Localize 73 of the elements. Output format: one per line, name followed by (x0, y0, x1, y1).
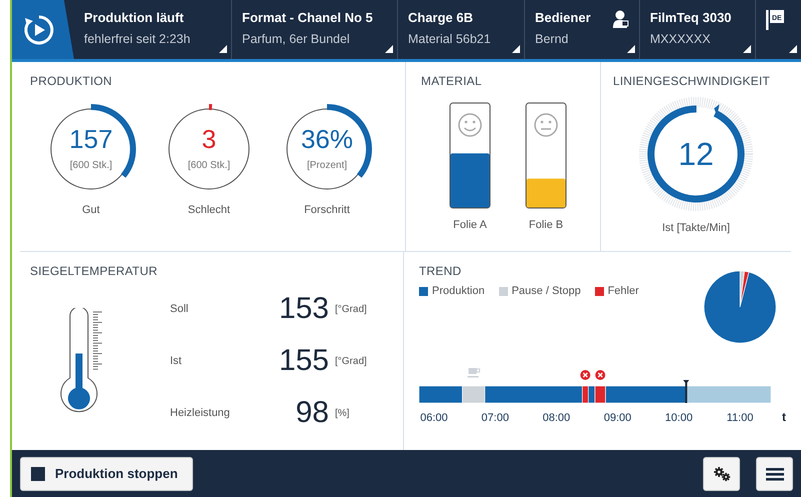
axis-tick-label: 06:00 (420, 412, 448, 424)
header-title: Charge 6B (408, 9, 474, 27)
menu-icon (766, 466, 784, 480)
section-title: MATERIAL (421, 73, 483, 90)
axis-tick-label: 11:00 (726, 412, 754, 424)
corner-icon (512, 45, 520, 53)
smiley-icon (458, 113, 482, 137)
temperature-label: Soll (170, 302, 190, 317)
header-item[interactable]: Bediener Bernd (525, 0, 640, 59)
header-subtitle: Material 56b21 (408, 30, 491, 48)
header-title: Produktion läuft (84, 9, 185, 27)
axis-tick-label: 08:00 (542, 412, 570, 424)
gauge-label: Forschritt (304, 203, 350, 218)
corner-icon (627, 45, 635, 53)
gauge-label: Schlecht (188, 203, 230, 218)
corner-icon (385, 45, 393, 53)
corner-icon (219, 45, 227, 53)
axis-label: t (782, 410, 786, 424)
stop-button[interactable]: Produktion stoppen (20, 456, 193, 490)
header-item[interactable]: Format - Chanel No 5 Parfum, 6er Bundel (232, 0, 398, 59)
menu-button[interactable] (756, 456, 793, 490)
section-title: SIEGELTEMPERATUR (30, 263, 158, 280)
error-icon (580, 370, 590, 380)
section-title: LINIENGESCHWINDIGKEIT (613, 73, 771, 90)
flag-pole-icon (766, 10, 770, 30)
temperature-label: Ist (170, 354, 183, 369)
neutral-face-icon (534, 113, 558, 137)
axis-tick-label: 09:00 (604, 412, 632, 424)
temperature-unit: [°Grad] (335, 354, 368, 368)
temperature-label: Heizleistung (170, 406, 231, 421)
section-title: PRODUKTION (30, 73, 114, 90)
coffee-cup-icon (468, 368, 480, 378)
material-label: Folie A (453, 218, 487, 233)
gauge-unit: [Prozent] (306, 158, 348, 172)
temperature-value: 155 (278, 346, 330, 376)
temperature-value: 98 (294, 398, 330, 428)
error-icon (595, 370, 606, 380)
header-subtitle: Parfum, 6er Bundel (242, 30, 351, 48)
settings-button[interactable] (703, 456, 740, 490)
header-subtitle: MXXXXXX (650, 30, 712, 48)
header-title: Format - Chanel No 5 (242, 9, 373, 27)
temperature-unit: [°Grad] (335, 302, 368, 316)
header-item[interactable]: Produktion läuft fehlerfrei seit 2:23h (74, 0, 232, 59)
header-title: Bediener (535, 9, 591, 27)
gauge-value: 36% (300, 126, 354, 152)
section-title: TREND (419, 263, 462, 280)
gauge-unit: [600 Stk.] (70, 158, 112, 172)
legend-label: Fehler (608, 284, 639, 299)
axis-tick-label: 07:00 (481, 412, 509, 424)
speed-value: 12 (678, 138, 714, 170)
stop-icon (31, 466, 45, 480)
gauge-value: 157 (69, 126, 113, 152)
gauge-unit: [600 Stk.] (188, 158, 230, 172)
header-item[interactable]: Charge 6B Material 56b21 (398, 0, 525, 59)
material-label: Folie B (528, 218, 564, 233)
corner-icon (789, 45, 797, 53)
refresh-play-icon (22, 12, 56, 46)
gauge-value: 3 (202, 126, 216, 152)
header-title: FilmTeq 3030 (650, 9, 732, 27)
header-subtitle: Bernd (535, 30, 570, 48)
axis-tick-label: 10:00 (665, 412, 693, 424)
gauge-label: Gut (82, 203, 100, 218)
header-item[interactable]: FilmTeq 3030 MXXXXXX (640, 0, 756, 59)
temperature-value: 153 (278, 294, 330, 324)
speed-label: Ist [Takte/Min] (662, 221, 730, 236)
temperature-unit: [%] (335, 406, 350, 420)
corner-icon (743, 45, 751, 53)
legend-label: Produktion (432, 284, 485, 299)
user-icon (613, 10, 629, 28)
current-time-marker (683, 380, 690, 403)
legend-label: Pause / Stopp (512, 284, 581, 299)
header-subtitle: fehlerfrei seit 2:23h (84, 30, 190, 48)
settings-icon (712, 466, 730, 482)
